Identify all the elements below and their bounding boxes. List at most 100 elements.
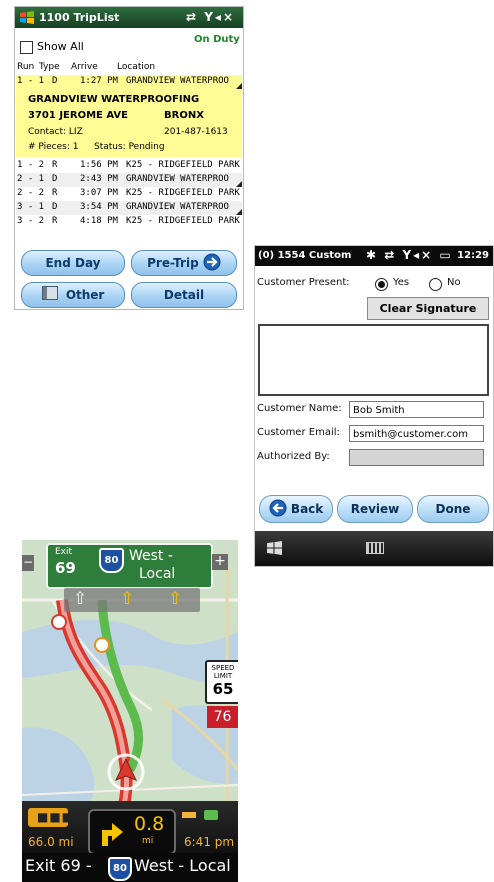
lane-arrow-icon: ⇧ (73, 589, 88, 609)
speed-limit-value: 65 (212, 680, 234, 698)
navigation-window: Exit 69 80 West - Local − + ⇧ ⇧ ⇧ SPEED … (22, 540, 238, 882)
row-type: R (52, 216, 58, 226)
radio-no[interactable] (429, 278, 442, 291)
clock: 12:29 (457, 250, 489, 261)
other-label: Other (65, 288, 105, 302)
back-button[interactable]: Back (259, 495, 333, 523)
sel-type: D (52, 76, 58, 86)
end-day-button[interactable]: End Day (21, 250, 125, 276)
review-button[interactable]: Review (337, 495, 413, 523)
table-row[interactable]: 2 - 1 D 2:43 PM GRANDVIEW WATERPROO (16, 173, 242, 187)
selected-trip-row[interactable]: 1 - 1 D 1:27 PM GRANDVIEW WATERPROO GRAN… (16, 75, 242, 157)
status-icons: ✱ ⇄ Y◂× ▭ (366, 248, 453, 262)
sel-pieces: # Pieces: 1 (28, 142, 79, 152)
col-run: Run (17, 62, 35, 72)
turn-right-icon (102, 823, 123, 846)
done-label: Done (435, 502, 471, 516)
signature-pad[interactable] (258, 324, 489, 396)
triplist-window: 1100 TripList ⇄ Y◂× Show All On Duty Run… (14, 6, 244, 310)
soft-key-bar (255, 531, 493, 566)
table-row[interactable]: 3 - 1 D 3:54 PM GRANDVIEW WATERPROO (16, 201, 242, 215)
battery-icon (182, 812, 196, 818)
authorized-by-field[interactable] (349, 449, 484, 466)
eta: 6:41 pm (184, 835, 235, 849)
table-row[interactable]: 3 - 2 R 4:18 PM K25 - RIDGEFIELD PARK (16, 215, 242, 229)
row-type: R (52, 188, 58, 198)
menu-grid-icon[interactable]: ■■■ (28, 808, 73, 827)
table-header: Run Type Arrive Location (17, 62, 241, 74)
done-button[interactable]: Done (417, 495, 489, 523)
app-title: 1100 TripList (39, 11, 120, 24)
status-icons: ⇄ Y◂× (186, 10, 235, 24)
next-road-bar: Exit 69 - 80 West - Local (22, 853, 238, 882)
sel-phone: 201-487-1613 (164, 127, 228, 137)
pre-trip-button[interactable]: Pre-Trip (131, 250, 237, 276)
row-run: 3 - 2 (17, 216, 45, 226)
signature-title-bar: (0) 1554 Custom ✱ ⇄ Y◂× ▭ 12:29 (255, 246, 493, 266)
col-type: Type (39, 62, 60, 72)
windows-start-icon[interactable] (267, 541, 282, 555)
turn-distance: 0.8 (134, 813, 165, 835)
row-arrive: 2:43 PM (80, 174, 118, 184)
customer-email-field[interactable]: bsmith@customer.com (349, 425, 484, 442)
row-run: 2 - 1 (17, 174, 45, 184)
radio-yes[interactable] (375, 278, 388, 291)
windows-start-icon[interactable] (20, 11, 34, 24)
row-more-indicator (236, 83, 242, 89)
row-type: D (52, 202, 58, 212)
gps-icon (204, 810, 218, 820)
lane-guidance: ⇧ ⇧ ⇧ (64, 588, 200, 612)
clear-signature-button[interactable]: Clear Signature (367, 297, 489, 320)
arrow-right-icon (203, 253, 221, 271)
sel-address: 3701 JEROME AVE (28, 110, 128, 121)
sel-status: Status: Pending (94, 142, 165, 152)
row-location: GRANDVIEW WATERPROO (126, 174, 229, 184)
row-location: K25 - RIDGEFIELD PARK (126, 188, 240, 198)
sign-direction: West - (129, 548, 173, 564)
table-row[interactable]: 1 - 2 R 1:56 PM K25 - RIDGEFIELD PARK (16, 159, 242, 173)
back-label: Back (290, 502, 324, 516)
speed-limit-sign: SPEED LIMIT 65 (205, 660, 238, 704)
customer-name-field[interactable]: Bob Smith (349, 401, 484, 418)
row-arrive: 4:18 PM (80, 216, 118, 226)
sel-location: GRANDVIEW WATERPROO (126, 76, 229, 86)
row-location: K25 - RIDGEFIELD PARK (126, 216, 240, 226)
customer-present-label: Customer Present: (257, 277, 350, 288)
show-all-checkbox[interactable] (20, 41, 33, 54)
arrow-left-icon (269, 499, 287, 517)
detail-label: Detail (163, 288, 205, 302)
pre-trip-label: Pre-Trip (147, 256, 199, 270)
interstate-shield: 80 (99, 548, 124, 573)
speed-limit-label: SPEED LIMIT (211, 664, 235, 680)
current-speed: 76 (207, 706, 238, 728)
radio-yes-label: Yes (393, 277, 410, 288)
customer-name-label: Customer Name: (257, 403, 342, 414)
sel-contact: Contact: LIZ (28, 127, 83, 137)
other-button[interactable]: Other (21, 282, 125, 308)
exit-number: 69 (55, 559, 76, 577)
sign-lane: Local (139, 566, 176, 582)
authorized-by-label: Authorized By: (257, 451, 330, 462)
list-icon (41, 286, 58, 300)
distance-remaining: 66.0 mi (28, 835, 74, 849)
bottom-prefix: Exit 69 - (25, 856, 92, 875)
signature-window: (0) 1554 Custom ✱ ⇄ Y◂× ▭ 12:29 Customer… (254, 245, 494, 567)
sel-company: GRANDVIEW WATERPROOFING (28, 94, 200, 105)
sel-run: 1 - 1 (17, 76, 45, 86)
next-turn-panel[interactable]: 0.8 mi (88, 809, 176, 855)
zoom-in-icon[interactable]: + (212, 554, 228, 570)
show-all-label: Show All (37, 40, 84, 53)
table-row[interactable]: 2 - 2 R 3:07 PM K25 - RIDGEFIELD PARK (16, 187, 242, 201)
dashboard: ■■■ 66.0 mi 0.8 mi 6:41 pm (22, 801, 238, 855)
zoom-out-icon[interactable]: − (22, 555, 34, 571)
row-type: D (52, 174, 58, 184)
interstate-number: 80 (104, 555, 119, 566)
row-arrive: 1:56 PM (80, 160, 118, 170)
keyboard-icon[interactable] (366, 542, 384, 554)
current-speed-value: 76 (213, 709, 232, 725)
detail-button[interactable]: Detail (131, 282, 237, 308)
clear-signature-label: Clear Signature (379, 302, 477, 315)
row-run: 3 - 1 (17, 202, 45, 212)
row-location: K25 - RIDGEFIELD PARK (126, 160, 240, 170)
radio-no-label: No (447, 277, 461, 288)
